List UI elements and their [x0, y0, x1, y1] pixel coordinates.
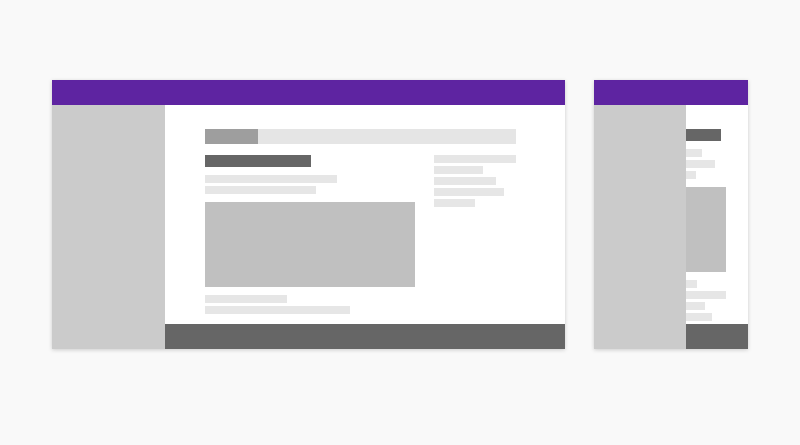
- wireframe-desktop: [52, 80, 565, 349]
- aside-line-placeholder: [434, 166, 483, 174]
- text-line-placeholder: [205, 306, 350, 314]
- text-line-placeholder: [205, 295, 287, 303]
- sidebar-panel: [594, 105, 686, 349]
- aside-line-placeholder: [434, 199, 475, 207]
- header-bar: [594, 80, 748, 105]
- header-bar: [52, 80, 565, 105]
- text-line-placeholder: [205, 175, 337, 183]
- wireframe-narrow: [594, 80, 748, 349]
- tab-active: [205, 129, 258, 144]
- aside-line-placeholder: [434, 155, 516, 163]
- footer-bar: [165, 324, 565, 349]
- image-placeholder: [205, 202, 415, 287]
- aside-line-placeholder: [434, 177, 496, 185]
- footer-bar: [686, 324, 748, 349]
- heading-placeholder: [205, 155, 311, 167]
- aside-line-placeholder: [434, 188, 504, 196]
- text-line-placeholder: [205, 186, 316, 194]
- sidebar-panel: [52, 105, 165, 349]
